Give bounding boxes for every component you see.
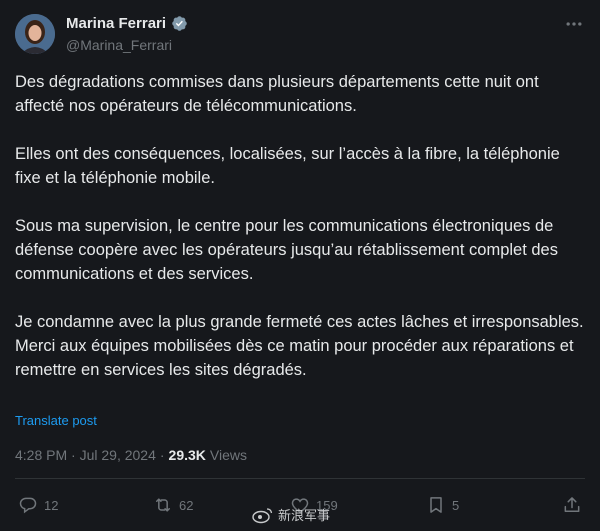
bookmark-count: 5 [452,497,460,513]
divider [15,478,585,479]
translate-post-link[interactable]: Translate post [15,413,97,428]
reply-button[interactable]: 12 [18,495,58,515]
watermark: 新浪军事 [252,505,330,524]
reply-count: 12 [44,497,59,513]
tweet-timestamp[interactable]: 4:28 PM · Jul 29, 2024 [15,447,156,463]
repost-button[interactable]: 62 [153,495,193,515]
bookmark-button[interactable]: 5 [426,495,459,515]
share-button[interactable] [562,495,582,515]
weibo-logo-icon [252,507,273,523]
share-icon [564,497,580,512]
author-name[interactable]: Marina Ferrari [66,15,166,32]
tweet-paragraph: Des dégradations commises dans plusieurs… [15,73,539,115]
tweet-paragraph: Elles ont des conséquences, localisées, … [15,145,560,187]
verified-badge-icon [172,16,187,31]
more-icon-glyph [566,22,582,26]
bookmark-icon [430,497,442,513]
tweet-paragraph: Je condamne avec la plus grande fermeté … [15,313,584,379]
views-count: 29.3K [168,447,206,463]
avatar[interactable] [15,14,55,54]
watermark-text: 新浪军事 [278,508,331,523]
repost-icon [156,498,170,512]
tweet-meta: 4:28 PM · Jul 29, 2024 · 29.3K Views [15,447,247,463]
reply-icon [19,497,37,514]
views-label: Views [209,447,247,463]
author-name-row[interactable]: Marina Ferrari [66,15,188,32]
more-icon[interactable] [564,14,584,39]
tweet-paragraph: Sous ma supervision, le centre pour les … [15,217,558,283]
author-handle[interactable]: @Marina_Ferrari [66,37,172,53]
meta-separator: · [159,447,165,463]
repost-count: 62 [179,497,194,513]
avatar-image [15,14,55,54]
tweet-text: Des dégradations commises dans plusieurs… [15,70,587,382]
